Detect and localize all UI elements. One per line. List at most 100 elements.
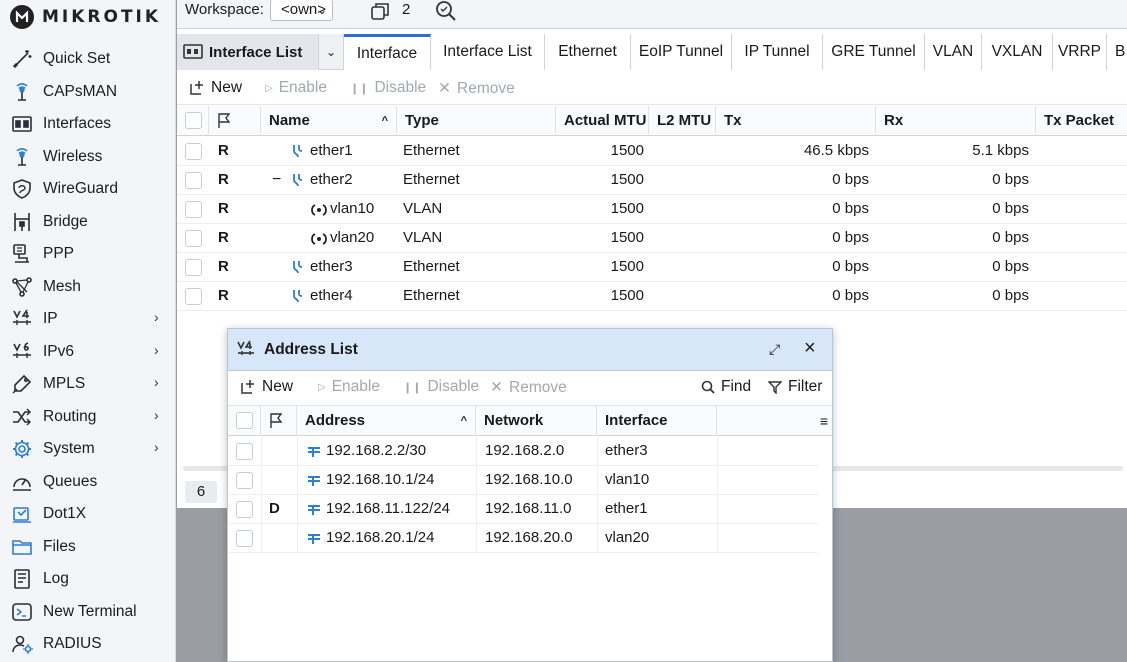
sidebar-item-label: IPv6 — [43, 342, 75, 360]
column-network[interactable]: Network — [476, 406, 597, 436]
cell-tx: 0 bps — [832, 258, 869, 275]
address-table-header: Address ^ Network Interface ≡ — [228, 405, 832, 436]
sidebar-item-radius[interactable]: RADIUS — [0, 629, 176, 659]
filter-icon — [768, 381, 782, 394]
window-menu-chevron-icon[interactable]: ⌄ — [319, 34, 344, 70]
sidebar-item-capsman[interactable]: CAPsMAN — [0, 77, 176, 107]
sidebar-item-label: Dot1X — [43, 505, 87, 522]
sidebar-item-quick-set[interactable]: Quick Set — [0, 44, 176, 74]
maximize-icon[interactable]: ⤢ — [769, 341, 780, 358]
column-name[interactable]: Name ^ — [261, 106, 397, 136]
column-divider — [717, 495, 718, 524]
column-actual-mtu[interactable]: Actual MTU — [556, 106, 649, 136]
sidebar-item-ppp[interactable]: PPP — [0, 239, 176, 269]
tab-interface[interactable]: Interface — [344, 34, 431, 70]
flag-column[interactable] — [209, 106, 261, 136]
sidebar-item-wireless[interactable]: Wireless — [0, 142, 176, 172]
tab-eoip-tunnel[interactable]: EoIP Tunnel — [631, 34, 732, 70]
tab-vxlan[interactable]: VXLAN — [982, 34, 1053, 70]
address-window-titlebar[interactable]: Address List ⤢ × — [228, 329, 832, 371]
search-icon — [701, 380, 715, 394]
row-checkbox[interactable] — [185, 288, 202, 305]
ipv4-icon — [11, 308, 33, 330]
table-row[interactable]: Rether1 Ethernet 1500 46.5 kbps 5.1 kbps — [177, 137, 1127, 166]
table-row[interactable]: Rvlan20 VLAN 1500 0 bps 0 bps — [177, 224, 1127, 253]
play-icon: ▷ — [318, 381, 326, 393]
column-menu[interactable]: ≡ — [717, 406, 832, 436]
windows-stack-icon[interactable] — [370, 1, 390, 21]
tab-b[interactable]: B — [1107, 34, 1127, 70]
row-checkbox[interactable] — [236, 501, 253, 518]
row-checkbox[interactable] — [236, 472, 253, 489]
sidebar-item-interfaces[interactable]: Interfaces — [0, 109, 176, 139]
close-icon[interactable]: × — [804, 337, 816, 360]
sidebar-item-wireguard[interactable]: WireGuard — [0, 174, 176, 204]
sidebar-item-files[interactable]: Files — [0, 532, 176, 562]
address-flag-column[interactable] — [261, 406, 297, 436]
row-checkbox[interactable] — [236, 443, 253, 460]
row-checkbox[interactable] — [236, 530, 253, 547]
table-row[interactable]: 192.168.20.1/24 192.168.20.0 vlan20 — [228, 524, 818, 553]
sidebar-item-label: Bridge — [43, 212, 88, 230]
row-checkbox[interactable] — [185, 259, 202, 276]
find-button[interactable]: Find — [701, 378, 751, 396]
sidebar-item-routing[interactable]: Routing › — [0, 402, 176, 432]
sidebar-item-bridge[interactable]: Bridge — [0, 207, 176, 237]
column-address[interactable]: Address ^ — [297, 406, 476, 436]
address-enable-button[interactable]: ▷ Enable — [318, 378, 380, 396]
row-checkbox[interactable] — [185, 143, 202, 160]
remove-button[interactable]: ✕ Remove — [438, 79, 515, 98]
tab-interface-list[interactable]: Interface List — [431, 34, 545, 70]
select-all-checkbox[interactable] — [185, 112, 202, 129]
disable-button[interactable]: ❙❙ Disable — [350, 79, 426, 97]
tab-ethernet[interactable]: Ethernet — [545, 34, 631, 70]
search-icon[interactable] — [435, 0, 457, 22]
sidebar-item-log[interactable]: Log — [0, 564, 176, 594]
sidebar-item-new-terminal[interactable]: New Terminal — [0, 597, 176, 627]
table-row[interactable]: D 192.168.11.122/24 192.168.11.0 ether1 — [228, 495, 818, 524]
row-flag: R — [218, 142, 229, 159]
sidebar-item-dot1x[interactable]: Dot1X — [0, 499, 176, 529]
table-row[interactable]: 192.168.10.1/24 192.168.10.0 vlan10 — [228, 466, 818, 495]
tab-ip-tunnel[interactable]: IP Tunnel — [732, 34, 823, 70]
sidebar-item-label: Interfaces — [43, 115, 112, 132]
row-checkbox[interactable] — [185, 172, 202, 189]
address-disable-button[interactable]: ❙❙ Disable — [403, 378, 479, 396]
sidebar-item-label: Files — [43, 537, 76, 555]
sidebar-item-ip[interactable]: IP › — [0, 304, 176, 334]
workspace-select[interactable]: <own> ⌄ — [270, 0, 333, 21]
row-type-icon — [311, 224, 327, 253]
address-select-all-checkbox[interactable] — [236, 412, 253, 429]
tab-vrrp[interactable]: VRRP — [1053, 34, 1107, 70]
column-rx[interactable]: Rx — [876, 106, 1036, 136]
column-l2-mtu[interactable]: L2 MTU — [649, 106, 716, 136]
flag-icon — [218, 113, 231, 128]
filter-button[interactable]: Filter — [768, 378, 822, 396]
sidebar-item-mesh[interactable]: Mesh — [0, 272, 176, 302]
sidebar-item-ipv6[interactable]: IPv6 › — [0, 337, 176, 367]
row-checkbox[interactable] — [185, 201, 202, 218]
collapse-toggle-icon[interactable]: − — [272, 166, 281, 195]
address-remove-button[interactable]: ✕ Remove — [490, 378, 567, 397]
address-new-button[interactable]: New — [240, 378, 293, 396]
table-row[interactable]: Rether4 Ethernet 1500 0 bps 0 bps — [177, 282, 1127, 311]
cell-rx: 5.1 kbps — [972, 142, 1029, 159]
table-row[interactable]: Rvlan10 VLAN 1500 0 bps 0 bps — [177, 195, 1127, 224]
column-type[interactable]: Type — [397, 106, 556, 136]
column-interface[interactable]: Interface — [597, 406, 717, 436]
column-tx-packet[interactable]: Tx Packet — [1036, 106, 1127, 136]
sidebar-item-queues[interactable]: Queues — [0, 467, 176, 497]
new-button[interactable]: New — [189, 79, 242, 97]
enable-button[interactable]: ▷ Enable — [265, 79, 327, 97]
column-divider — [476, 437, 477, 466]
table-row[interactable]: R − ether2 Ethernet 1500 0 bps 0 bps — [177, 166, 1127, 195]
row-checkbox[interactable] — [185, 230, 202, 247]
table-row[interactable]: 192.168.2.2/30 192.168.2.0 ether3 — [228, 437, 818, 466]
sidebar-item-system[interactable]: System › — [0, 434, 176, 464]
pause-icon: ❙❙ — [403, 381, 422, 394]
table-row[interactable]: Rether3 Ethernet 1500 0 bps 0 bps — [177, 253, 1127, 282]
column-tx[interactable]: Tx — [716, 106, 876, 136]
tab-gre-tunnel[interactable]: GRE Tunnel — [823, 34, 925, 70]
sidebar-item-mpls[interactable]: MPLS › — [0, 369, 176, 399]
tab-vlan[interactable]: VLAN — [925, 34, 982, 70]
